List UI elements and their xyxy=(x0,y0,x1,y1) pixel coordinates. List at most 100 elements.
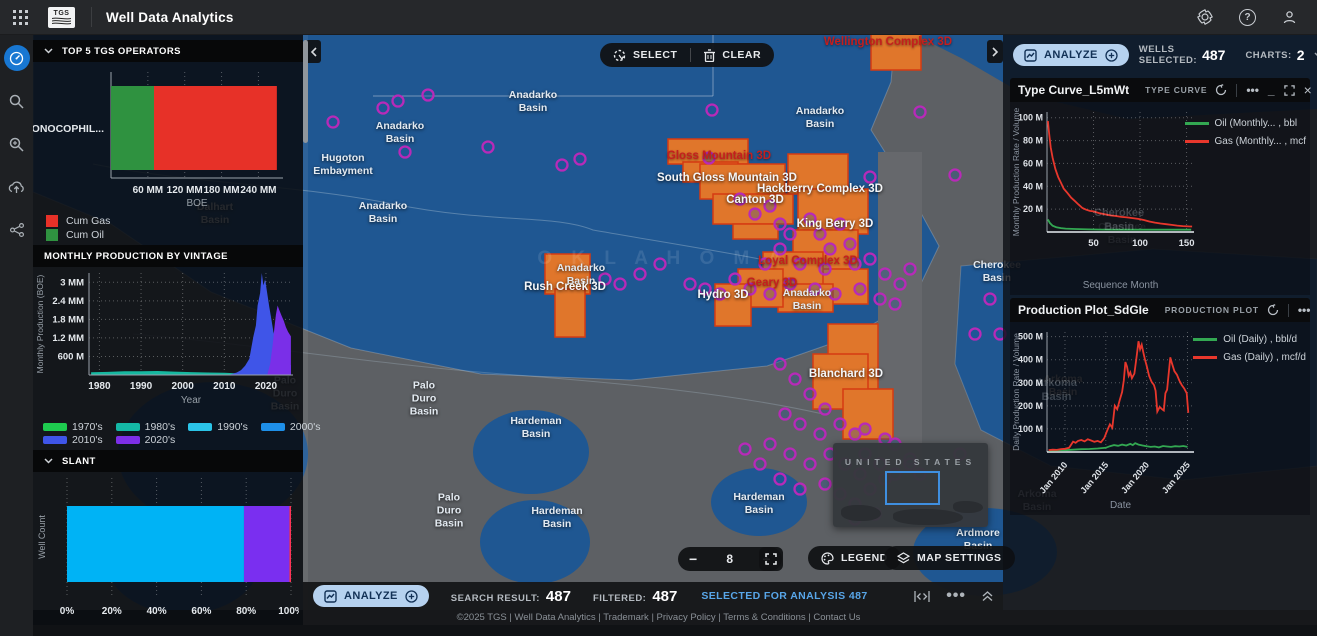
well-marker[interactable] xyxy=(483,142,494,153)
panel-header-top5-operators[interactable]: TOP 5 TGS OPERATORS xyxy=(33,40,303,62)
well-marker[interactable] xyxy=(985,294,996,305)
well-marker[interactable] xyxy=(810,284,821,295)
settings-gear-icon[interactable] xyxy=(1197,9,1213,25)
help-icon[interactable]: ? xyxy=(1239,9,1256,26)
well-marker[interactable] xyxy=(835,219,846,230)
well-marker[interactable] xyxy=(765,439,776,450)
analyze-button[interactable]: ANALYZE xyxy=(313,585,429,607)
user-account-icon[interactable] xyxy=(1282,10,1297,25)
zoom-out-button[interactable]: − xyxy=(689,551,698,567)
well-marker[interactable] xyxy=(865,172,876,183)
well-marker[interactable] xyxy=(915,107,926,118)
well-marker[interactable] xyxy=(875,294,886,305)
well-marker[interactable] xyxy=(765,201,776,212)
window-close-icon[interactable]: × xyxy=(1304,82,1312,98)
well-marker[interactable] xyxy=(393,96,404,107)
collapse-panel-icon[interactable] xyxy=(982,590,993,602)
survey-polygon[interactable] xyxy=(733,224,778,239)
well-marker[interactable] xyxy=(700,284,711,295)
production-plot-window-titlebar[interactable]: Production Plot_SdGIe PRODUCTION PLOT ••… xyxy=(1010,298,1310,322)
refresh-icon[interactable] xyxy=(1215,84,1227,96)
inset-viewport-box[interactable] xyxy=(885,471,940,505)
well-marker[interactable] xyxy=(865,254,876,265)
export-rail-button[interactable] xyxy=(4,174,30,200)
window-minimize-icon[interactable]: _ xyxy=(1268,83,1275,97)
well-marker[interactable] xyxy=(423,90,434,101)
well-marker[interactable] xyxy=(735,194,746,205)
well-marker[interactable] xyxy=(950,170,961,181)
tgs-logo[interactable]: TGS xyxy=(48,7,75,28)
well-marker[interactable] xyxy=(740,444,751,455)
well-marker[interactable] xyxy=(855,284,866,295)
slant-chart[interactable]: 0%20%40%60%80%100%Well Count xyxy=(33,472,303,632)
well-marker[interactable] xyxy=(730,274,741,285)
well-marker[interactable] xyxy=(970,329,981,340)
more-options-icon[interactable]: ••• xyxy=(946,587,966,605)
well-marker[interactable] xyxy=(795,419,806,430)
well-marker[interactable] xyxy=(775,359,786,370)
select-button[interactable]: SELECT xyxy=(600,43,690,67)
well-marker[interactable] xyxy=(655,259,666,270)
map-settings-button[interactable]: MAP SETTINGS xyxy=(884,546,1015,570)
dashboard-rail-button[interactable] xyxy=(4,45,30,71)
well-marker[interactable] xyxy=(820,479,831,490)
survey-polygon[interactable] xyxy=(798,189,868,234)
well-marker[interactable] xyxy=(775,219,786,230)
survey-polygon[interactable] xyxy=(545,254,590,294)
well-marker[interactable] xyxy=(745,284,756,295)
well-marker[interactable] xyxy=(805,214,816,225)
well-marker[interactable] xyxy=(835,419,846,430)
well-marker[interactable] xyxy=(378,103,389,114)
survey-polygon[interactable] xyxy=(871,34,921,70)
window-maximize-icon[interactable] xyxy=(1284,85,1295,96)
app-grid-icon[interactable] xyxy=(13,10,28,25)
well-marker[interactable] xyxy=(704,153,715,164)
chart-line-series[interactable] xyxy=(1048,121,1192,226)
well-marker[interactable] xyxy=(890,299,901,310)
production-plot-chart-body[interactable]: Arkoma Basin 100 M200 M300 M400 M500 MJa… xyxy=(1010,322,1310,515)
well-marker[interactable] xyxy=(785,279,796,290)
advanced-search-rail-button[interactable] xyxy=(4,131,30,157)
slant-bar-segment[interactable] xyxy=(244,506,289,582)
well-marker[interactable] xyxy=(850,259,861,270)
well-marker[interactable] xyxy=(790,374,801,385)
expand-horizontal-icon[interactable] xyxy=(914,591,930,602)
well-marker[interactable] xyxy=(575,154,586,165)
well-marker[interactable] xyxy=(750,209,761,220)
operator-bar-segment[interactable] xyxy=(111,86,154,170)
slant-bar-segment[interactable] xyxy=(67,506,244,582)
well-marker[interactable] xyxy=(557,160,568,171)
well-marker[interactable] xyxy=(685,279,696,290)
share-rail-button[interactable] xyxy=(4,217,30,243)
well-marker[interactable] xyxy=(815,229,826,240)
well-marker[interactable] xyxy=(825,244,836,255)
well-marker[interactable] xyxy=(895,279,906,290)
well-marker[interactable] xyxy=(795,259,806,270)
well-marker[interactable] xyxy=(830,289,841,300)
well-marker[interactable] xyxy=(795,484,806,495)
type-curve-window-titlebar[interactable]: Type Curve_L5mWt TYPE CURVE ••• _ × xyxy=(1010,78,1310,102)
window-more-icon[interactable]: ••• xyxy=(1298,303,1311,317)
well-marker[interactable] xyxy=(820,404,831,415)
well-marker[interactable] xyxy=(765,289,776,300)
well-marker[interactable] xyxy=(905,264,916,275)
refresh-icon[interactable] xyxy=(1267,304,1279,316)
well-marker[interactable] xyxy=(845,239,856,250)
well-marker[interactable] xyxy=(815,429,826,440)
clear-button[interactable]: CLEAR xyxy=(691,43,774,67)
well-marker[interactable] xyxy=(707,105,718,116)
map-fullscreen-button[interactable] xyxy=(759,547,783,571)
footer-text[interactable]: ©2025 TGS | Well Data Analytics | Tradem… xyxy=(457,612,861,623)
well-marker[interactable] xyxy=(785,449,796,460)
monthly-production-vintage-chart[interactable]: 600 M1.2 MM1.8 MM2.4 MM3 MM1980199020002… xyxy=(33,267,303,420)
sidebar-scrollbar-thumb[interactable] xyxy=(303,40,308,143)
survey-polygon[interactable] xyxy=(555,289,585,337)
well-marker[interactable] xyxy=(328,117,339,128)
panel-header-monthly-production[interactable]: MONTHLY PRODUCTION BY VINTAGE xyxy=(33,245,303,267)
well-marker[interactable] xyxy=(805,389,816,400)
well-marker[interactable] xyxy=(760,259,771,270)
panel-header-slant[interactable]: SLANT xyxy=(33,450,303,472)
well-marker[interactable] xyxy=(775,244,786,255)
well-marker[interactable] xyxy=(880,269,891,280)
operator-bar-segment[interactable] xyxy=(154,86,277,170)
